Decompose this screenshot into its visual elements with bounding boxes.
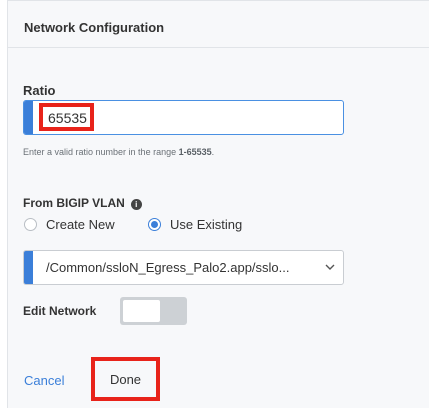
ratio-helper-prefix: Enter a valid ratio number in the range <box>23 147 179 157</box>
ratio-label: Ratio <box>23 83 56 98</box>
radio-use-existing-label: Use Existing <box>170 217 243 232</box>
radio-create-new[interactable]: Create New <box>24 217 115 232</box>
panel-title: Network Configuration <box>24 20 165 35</box>
cancel-button[interactable]: Cancel <box>24 373 64 388</box>
done-button[interactable]: Done <box>91 357 160 401</box>
ratio-highlight-box <box>39 103 94 131</box>
radio-create-new-label: Create New <box>46 217 115 232</box>
radio-use-existing-circle[interactable] <box>148 218 161 231</box>
vlan-select-value: /Common/ssloN_Egress_Palo2.app/sslo... <box>46 260 290 275</box>
ratio-helper-text: Enter a valid ratio number in the range … <box>23 147 214 157</box>
ratio-input-accent <box>24 101 33 134</box>
vlan-label-row: From BIGIP VLAN i <box>23 196 142 210</box>
vlan-select-accent <box>24 251 33 284</box>
vlan-select[interactable]: /Common/ssloN_Egress_Palo2.app/sslo... <box>23 250 344 285</box>
info-icon[interactable]: i <box>130 199 142 210</box>
edit-network-toggle-knob[interactable] <box>123 300 160 322</box>
vlan-label: From BIGIP VLAN <box>23 196 125 210</box>
radio-use-existing[interactable]: Use Existing <box>148 217 242 232</box>
ratio-helper-suffix: . <box>211 147 215 157</box>
ratio-helper-range: 1-65535 <box>178 147 212 157</box>
chevron-down-icon <box>325 264 335 270</box>
edit-network-toggle[interactable] <box>120 297 187 325</box>
radio-create-new-circle[interactable] <box>24 218 37 231</box>
edit-network-label: Edit Network <box>23 304 97 318</box>
panel-header: Network Configuration <box>8 0 429 48</box>
